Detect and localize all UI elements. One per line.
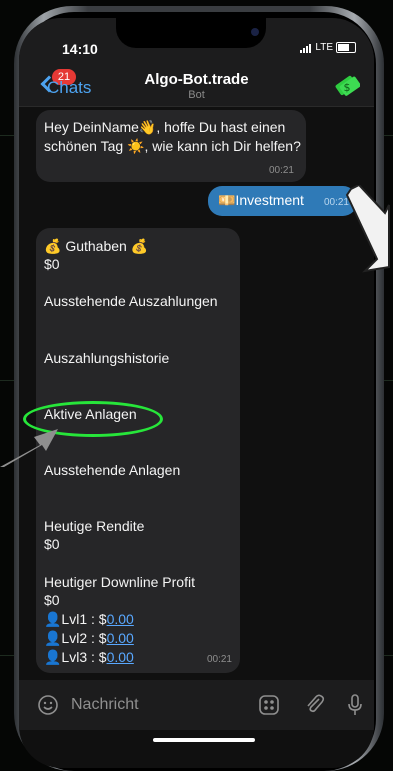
annotation-arrow-left [0,429,58,467]
signal-icon [300,42,312,53]
level-3-row: 👤Lvl3 : $0.00 [44,648,134,666]
today-return-value: $0 [44,536,60,552]
outgoing-message-investment: 💴Investment 00:21 [208,186,357,216]
pending-payouts-item[interactable]: Ausstehende Auszahlungen [44,292,218,310]
message-time: 00:21 [206,654,232,665]
level-label: 👤Lvl1 : $ [44,611,107,627]
pending-investments-item[interactable]: Ausstehende Anlagen [44,461,180,479]
status-icons: LTE [300,42,356,53]
annotation-arrow-right [345,185,390,273]
level-value-link[interactable]: 0.00 [107,630,134,646]
level-label: 👤Lvl3 : $ [44,649,107,665]
downline-profit-value: $0 [44,592,60,608]
network-label: LTE [315,42,333,53]
battery-icon [336,42,356,53]
message-text: Hey DeinName👋, hoffe Du hast einen schön… [44,119,301,154]
level-value-link[interactable]: 0.00 [107,649,134,665]
downline-profit-label: Heutiger Downline Profit [44,574,195,590]
message-text: 💴Investment [218,192,304,208]
chat-title[interactable]: Algo-Bot.trade [19,71,374,88]
notch [116,18,266,48]
home-indicator[interactable] [153,738,255,742]
level-value-link[interactable]: 0.00 [107,611,134,627]
camera-icon [251,28,259,36]
message-composer [19,680,374,730]
svg-text:$: $ [344,81,351,94]
balance-title: 💰 Guthaben 💰 [44,238,149,254]
payout-history-item[interactable]: Auszahlungshistorie [44,349,169,367]
today-return-label: Heutige Rendite [44,518,145,534]
bot-commands-icon[interactable] [258,694,280,716]
level-2-row: 👤Lvl2 : $0.00 [44,629,134,647]
message-input[interactable] [27,688,347,722]
chat-header: 14:10 LTE 21 Chats Algo-Bot.trade Bot $ [19,18,374,107]
incoming-message-balance: 💰 Guthaben 💰 $0 Ausstehende Auszahlungen… [36,228,240,673]
level-label: 👤Lvl2 : $ [44,630,107,646]
status-time: 14:10 [62,41,98,57]
balance-value: $0 [44,256,60,272]
paperclip-icon[interactable] [304,693,326,717]
incoming-message-greeting: Hey DeinName👋, hoffe Du hast einen schön… [36,110,306,182]
chat-subtitle: Bot [188,89,205,101]
phone-screen: 14:10 LTE 21 Chats Algo-Bot.trade Bot $ … [19,18,374,768]
bot-avatar-icon[interactable]: $ [334,73,360,99]
message-time: 00:21 [268,165,294,176]
level-1-row: 👤Lvl1 : $0.00 [44,610,134,628]
microphone-icon[interactable] [347,693,363,717]
